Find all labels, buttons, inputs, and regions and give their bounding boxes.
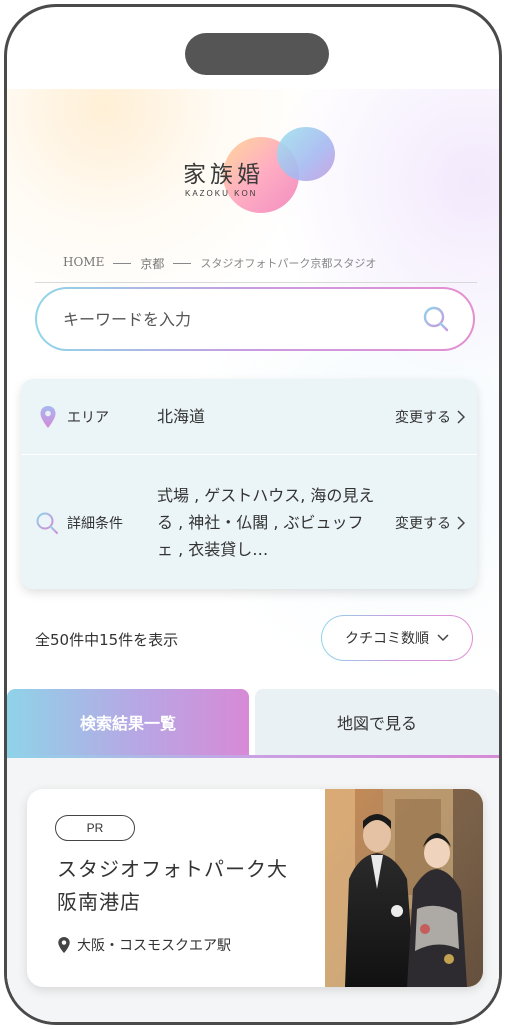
change-label: 変更する [395, 409, 451, 426]
search-icon[interactable] [421, 304, 451, 334]
filter-area-value: 北海道 [157, 407, 206, 426]
view-tabs: 検索結果一覧 地図で見る [7, 689, 499, 758]
studio-location: 大阪・コスモスクエア駅 [57, 935, 231, 955]
breadcrumb-home[interactable]: HOME [63, 255, 104, 269]
logo-wordmark: 家族婚 [183, 162, 264, 188]
change-label: 変更する [395, 515, 451, 532]
chevron-right-icon [457, 515, 465, 530]
breadcrumb: HOME 京都 スタジオフォトパーク京都スタジオ [35, 255, 477, 283]
search-bar [35, 287, 475, 351]
studio-location-text: 大阪・コスモスクエア駅 [77, 938, 231, 954]
filter-row-detail[interactable]: 詳細条件 式場 , ゲストハウス, 海の見える , 神社・仏閣 , ぶビュッフェ… [21, 456, 477, 589]
filter-area-label: エリア [67, 409, 109, 426]
filter-panel: エリア 北海道 変更する 詳細条件 式場 , ゲストハウス, 海の見える , 神… [21, 379, 477, 589]
map-pin-icon [58, 937, 70, 953]
filter-detail-label: 詳細条件 [67, 515, 123, 532]
logo-subtitle: KAZOKU KON [185, 189, 258, 198]
sort-dropdown[interactable]: クチコミ数順 [321, 615, 473, 661]
search-icon [36, 512, 58, 534]
studio-name[interactable]: スタジオフォトパーク大阪南港店 [57, 853, 307, 919]
studio-card[interactable]: PR スタジオフォトパーク大阪南港店 大阪・コスモスクエア駅 [27, 789, 483, 987]
filter-row-area[interactable]: エリア 北海道 変更する [21, 379, 477, 455]
pr-badge: PR [55, 815, 135, 841]
chevron-right-icon [457, 409, 465, 424]
tab-map-view[interactable]: 地図で見る [255, 689, 499, 755]
tab-search-results[interactable]: 検索結果一覧 [7, 689, 249, 755]
phone-frame: 家族婚 KAZOKU KON HOME 京都 スタジオフォトパーク京都スタジオ [4, 4, 502, 1025]
site-logo[interactable]: 家族婚 KAZOKU KON [175, 127, 335, 213]
studio-photo[interactable] [325, 789, 483, 987]
breadcrumb-separator [173, 263, 192, 264]
map-pin-icon [40, 405, 56, 428]
search-input[interactable] [63, 309, 421, 329]
filter-detail-change-button[interactable]: 変更する [395, 513, 465, 533]
result-count: 全50件中15件を表示 [35, 631, 179, 649]
breadcrumb-separator [113, 263, 132, 264]
app-screen: 家族婚 KAZOKU KON HOME 京都 スタジオフォトパーク京都スタジオ [7, 89, 499, 1022]
phone-notch [185, 33, 329, 75]
logo-gradient-circle-small [277, 127, 335, 181]
breadcrumb-current: スタジオフォトパーク京都スタジオ [200, 257, 377, 270]
filter-area-change-button[interactable]: 変更する [395, 407, 465, 427]
sort-label: クチコミ数順 [345, 631, 429, 647]
filter-detail-value: 式場 , ゲストハウス, 海の見える , 神社・仏閣 , ぶビュッフェ , 衣装… [157, 486, 375, 559]
breadcrumb-city[interactable]: 京都 [140, 255, 164, 272]
chevron-down-icon [437, 634, 449, 642]
